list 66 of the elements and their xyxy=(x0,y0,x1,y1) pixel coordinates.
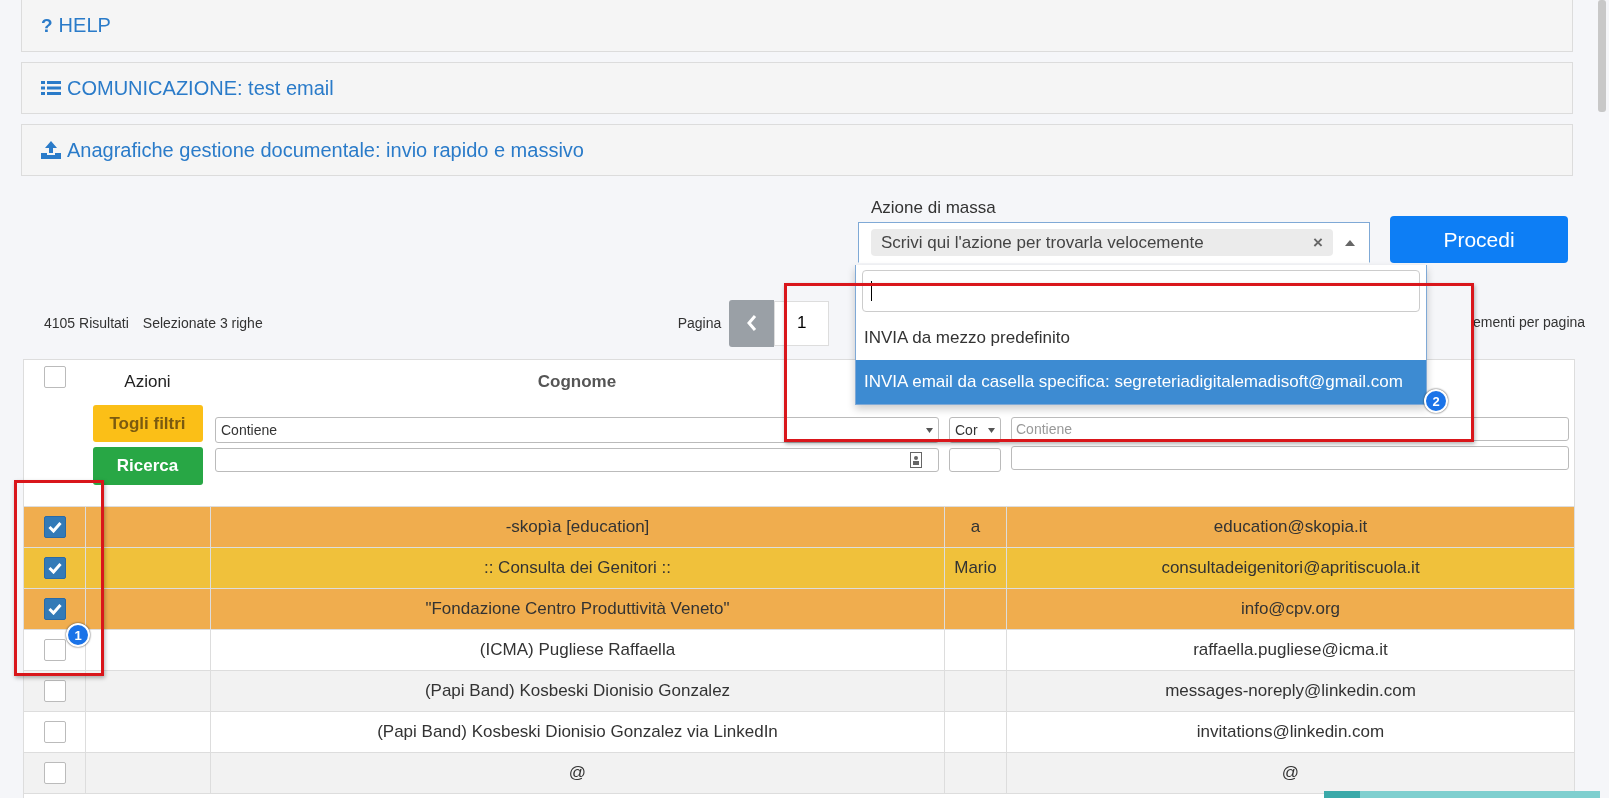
field-label: Azione di massa xyxy=(870,198,997,218)
check-icon xyxy=(47,562,62,574)
cell-text: @ xyxy=(1281,763,1300,783)
dropdown-option[interactable]: INVIA da mezzo predefinito xyxy=(856,316,1426,360)
collapsible-panel[interactable]: ? HELP xyxy=(21,0,1573,52)
check-icon xyxy=(47,603,62,615)
checkbox[interactable] xyxy=(43,639,66,661)
chevron-left-icon xyxy=(746,315,757,331)
search-button[interactable]: Ricerca xyxy=(92,447,203,485)
results-count: 4105 Risultati xyxy=(44,315,129,331)
checkbox[interactable] xyxy=(43,366,66,388)
cell-text: messages-noreply@linkedin.com xyxy=(1165,681,1416,701)
dropdown-option[interactable]: INVIA email da casella specifica: segreteriadigitalemadisoft@gmail.com xyxy=(856,360,1426,404)
collapsible-panel[interactable]: COMUNICAZIONE: test email xyxy=(21,62,1573,114)
cell-text: -skopìa [education] xyxy=(505,517,650,537)
caret-down-icon xyxy=(988,427,995,433)
page-input[interactable]: 1 xyxy=(774,300,830,346)
checkbox[interactable] xyxy=(43,516,66,538)
cell-text: invitations@linkedin.com xyxy=(1196,722,1385,742)
panel-title[interactable]: COMUNICAZIONE: test email xyxy=(67,76,334,100)
panel-title[interactable]: HELP xyxy=(58,14,111,37)
column-header[interactable]: Azioni xyxy=(124,372,171,392)
list-icon xyxy=(41,80,61,96)
collapsible-panel[interactable]: Anagrafiche gestione documentale: invio rapido e massivo xyxy=(21,124,1573,176)
selected-count: Selezionate 3 righe xyxy=(142,315,263,331)
filter-field[interactable] xyxy=(949,448,1001,472)
action-select[interactable]: Scrivi qui l'azione per trovarla velocemente × xyxy=(858,222,1370,263)
checkbox[interactable] xyxy=(43,680,66,702)
pagination-label: Pagina xyxy=(677,315,722,331)
cell-text: Mario xyxy=(954,558,997,578)
checkbox[interactable] xyxy=(43,557,66,579)
caret-down-icon xyxy=(926,427,933,433)
text-cursor xyxy=(871,281,872,301)
checkbox[interactable] xyxy=(43,598,66,620)
scrollbar-thumb[interactable] xyxy=(1598,0,1606,112)
cell-text: info@cpv.org xyxy=(1240,599,1341,619)
upload-icon xyxy=(41,141,61,159)
question-mark-icon: ? xyxy=(41,14,53,37)
filter-field[interactable]: Contiene xyxy=(1011,417,1569,441)
cell-text: (Papi Band) Kosbeski Dionisio Gonzalez xyxy=(424,681,731,701)
panel-title[interactable]: Anagrafiche gestione documentale: invio rapido e massivo xyxy=(67,138,584,162)
cell-text: (Papi Band) Kosbeski Dionisio Gonzalez via LinkedIn xyxy=(377,722,778,742)
cell-text: education@skopia.it xyxy=(1213,517,1368,537)
cell-text: :: Consulta dei Genitori :: xyxy=(483,558,672,578)
proceed-button[interactable]: Procedi xyxy=(1390,216,1568,263)
cell-text: (ICMA) Pugliese Raffaella xyxy=(479,640,676,660)
checkbox[interactable] xyxy=(43,762,66,784)
filter-mode-select[interactable]: Cor xyxy=(949,417,1001,443)
check-icon xyxy=(47,521,62,533)
cell-text: consultadeigenitori@apritiscuola.it xyxy=(1161,558,1420,578)
cell-text: a xyxy=(970,517,981,537)
cell-text: "Fondazione Centro Produttività Veneto" xyxy=(425,599,730,619)
caret-up-icon xyxy=(1345,239,1355,246)
filter-field[interactable] xyxy=(1011,446,1569,470)
per-page-label: ementi per pagina xyxy=(1473,314,1586,330)
clear-filters-button[interactable]: Togli filtri xyxy=(92,405,203,442)
checkbox[interactable] xyxy=(43,721,66,743)
cell-text: @ xyxy=(568,763,587,783)
cell-text: raffaella.pugliese@icma.it xyxy=(1193,640,1388,660)
filter-field[interactable] xyxy=(215,448,939,472)
search-field[interactable] xyxy=(862,270,1420,312)
filter-mode-select[interactable]: Contiene xyxy=(215,417,939,443)
select-value: Scrivi qui l'azione per trovarla velocemente xyxy=(881,232,1204,253)
column-header[interactable]: Cognome xyxy=(537,372,617,392)
clear-icon[interactable]: × xyxy=(1313,232,1323,253)
contact-card-icon xyxy=(910,452,922,468)
